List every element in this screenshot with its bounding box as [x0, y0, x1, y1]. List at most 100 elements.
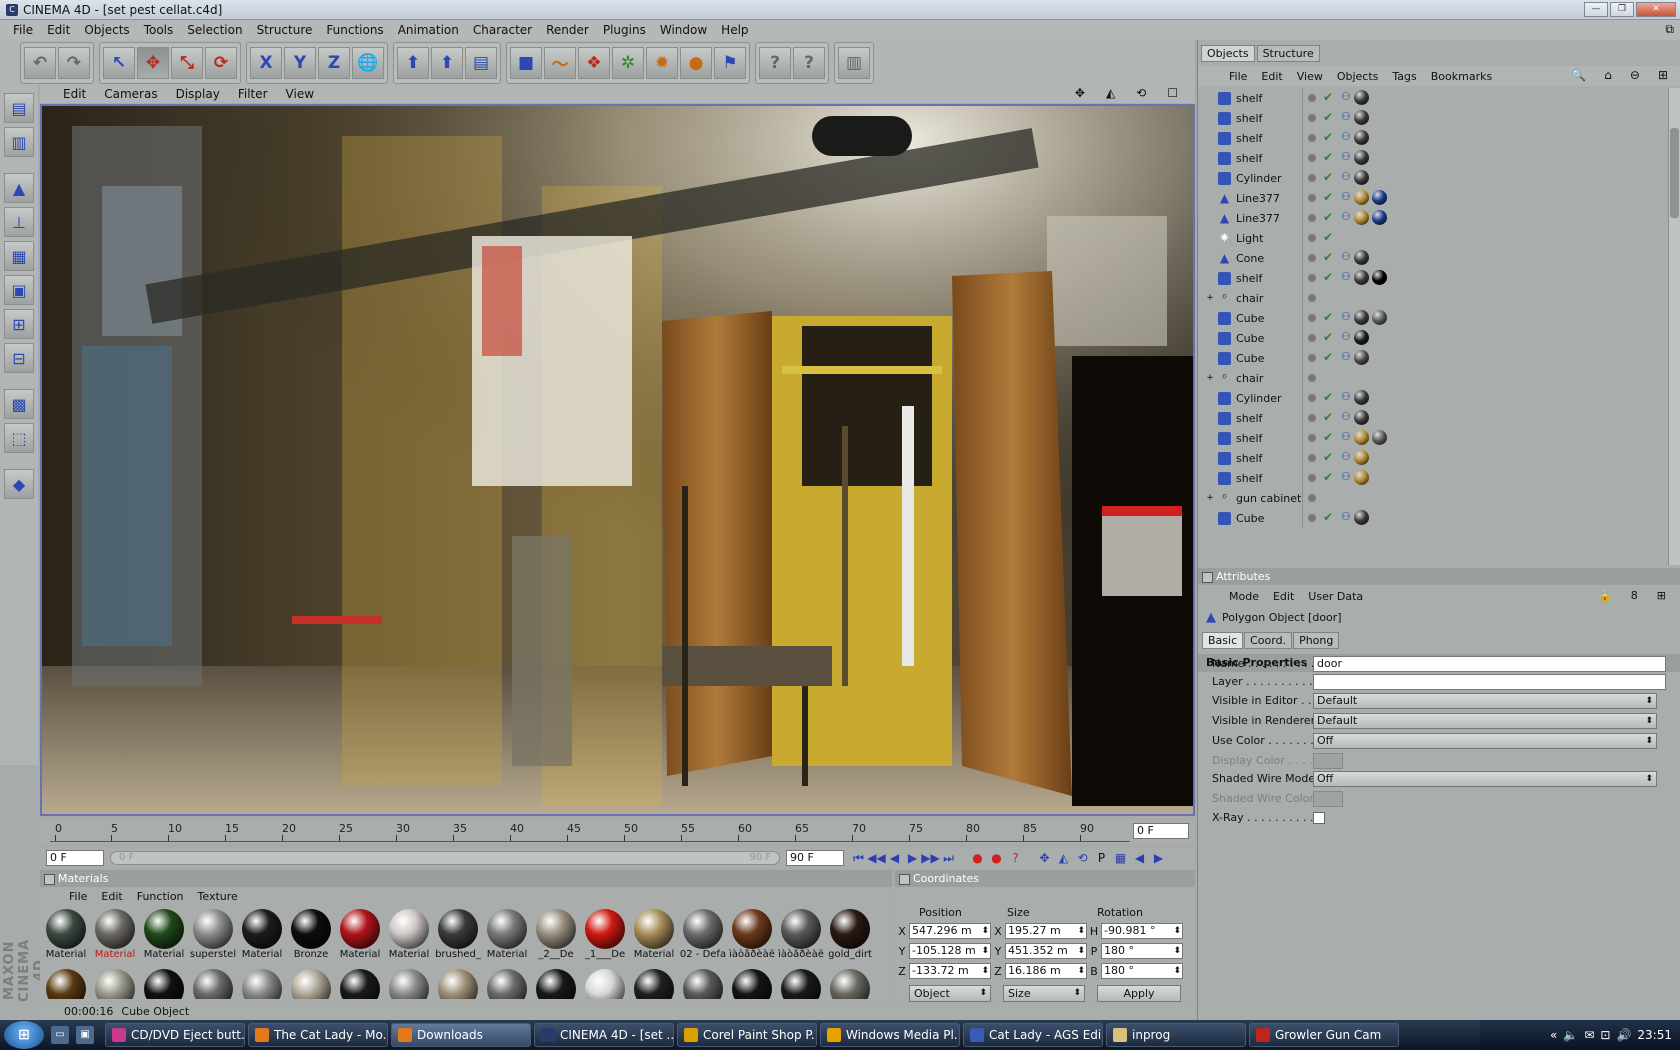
om-menu-edit[interactable]: Edit [1254, 70, 1289, 83]
visibility-dot-icon[interactable] [1308, 434, 1316, 442]
viewport-zoom-icon[interactable]: ◭ [1097, 86, 1124, 100]
object-name[interactable]: shelf [1236, 472, 1318, 485]
attribute-dropdown[interactable]: Default [1313, 692, 1657, 709]
size-mode-select[interactable]: Size [1003, 985, 1085, 1002]
material-swatch[interactable] [581, 969, 629, 999]
visibility-dot-icon[interactable] [1308, 454, 1316, 462]
object-row[interactable]: shelf ✔ ⚇ [1198, 268, 1668, 288]
phong-tag-icon[interactable]: ⚇ [1341, 270, 1351, 285]
expand-toggle-icon[interactable]: + [1205, 493, 1215, 503]
viewport-menu-filter[interactable]: Filter [229, 87, 277, 101]
visibility-dot-icon[interactable] [1308, 314, 1316, 322]
phong-tag-icon[interactable]: ⚇ [1341, 350, 1351, 365]
tray-expand-icon[interactable]: « [1550, 1028, 1557, 1042]
taskbar-button[interactable]: Cat Lady - AGS Edi... [963, 1023, 1103, 1047]
enabled-check-icon[interactable]: ✔ [1323, 170, 1333, 184]
prev-key-icon[interactable]: ◀◀ [867, 850, 885, 866]
enabled-check-icon[interactable]: ✔ [1323, 430, 1333, 444]
menu-objects[interactable]: Objects [77, 23, 136, 37]
visibility-dot-icon[interactable] [1308, 334, 1316, 342]
material-swatch[interactable] [532, 969, 580, 999]
material-tag-icon[interactable] [1353, 90, 1369, 105]
new-attr-window-icon[interactable]: ⊞ [1650, 589, 1673, 602]
phong-tag-icon[interactable]: ⚇ [1341, 330, 1351, 345]
phong-tag-icon[interactable]: ⚇ [1341, 110, 1351, 125]
material-swatch[interactable] [42, 969, 90, 999]
object-row[interactable]: shelf ✔ ⚇ [1198, 448, 1668, 468]
switch-windows-icon[interactable]: ▣ [76, 1026, 94, 1044]
material-tag-icon[interactable] [1353, 170, 1369, 185]
menu-functions[interactable]: Functions [319, 23, 390, 37]
taskbar-button[interactable]: CD/DVD Eject butt... [105, 1023, 245, 1047]
material-tag-icon[interactable] [1353, 430, 1369, 445]
maximize-button[interactable]: ❐ [1610, 2, 1634, 17]
menu-tools[interactable]: Tools [137, 23, 181, 37]
minimize-button[interactable]: — [1584, 2, 1608, 17]
visibility-dot-icon[interactable] [1308, 94, 1316, 102]
search-icon[interactable]: 🔍 [1564, 68, 1593, 82]
enabled-check-icon[interactable]: ✔ [1323, 230, 1333, 244]
phong-tag-icon[interactable]: ⚇ [1341, 130, 1351, 145]
material-tag-icon[interactable] [1371, 190, 1387, 205]
viewport-rotate-icon[interactable]: ⟲ [1127, 86, 1155, 100]
menu-render[interactable]: Render [539, 23, 596, 37]
viewport-menu-display[interactable]: Display [167, 87, 229, 101]
key-scale-icon[interactable]: ◭ [1055, 850, 1072, 866]
collapse-icon[interactable]: ⊖ [1623, 68, 1647, 82]
undo-icon[interactable]: ↶ [24, 46, 56, 79]
object-row[interactable]: shelf ✔ ⚇ [1198, 88, 1668, 108]
key-rotation-icon[interactable]: ⟲ [1074, 850, 1091, 866]
visibility-dot-icon[interactable] [1308, 374, 1316, 382]
viewport-menu-cameras[interactable]: Cameras [95, 87, 166, 101]
key-parameter-icon[interactable]: P [1093, 850, 1110, 866]
object-name[interactable]: chair [1236, 372, 1318, 385]
material-swatch[interactable]: brushed_ [434, 909, 482, 960]
render-picture-viewer-icon[interactable]: ⬆ [431, 46, 463, 79]
material-swatch[interactable] [630, 969, 678, 999]
viewport-menu-edit[interactable]: Edit [54, 87, 95, 101]
goto-end-icon[interactable]: ⏭ [940, 850, 957, 866]
object-name[interactable]: Light [1236, 232, 1318, 245]
attribute-dropdown[interactable]: Off [1313, 732, 1657, 749]
xray-checkbox[interactable] [1313, 811, 1325, 824]
material-tag-icon[interactable] [1353, 450, 1369, 465]
material-tag-icon[interactable] [1371, 310, 1387, 325]
material-tag-icon[interactable] [1353, 410, 1369, 425]
material-swatch[interactable] [728, 969, 776, 999]
enabled-check-icon[interactable]: ✔ [1323, 250, 1333, 264]
visibility-dot-icon[interactable] [1308, 254, 1316, 262]
attr-menu-edit[interactable]: Edit [1266, 590, 1301, 603]
enabled-check-icon[interactable]: ✔ [1323, 330, 1333, 344]
material-swatch[interactable]: superstel [189, 909, 237, 960]
coordinate-mode-select[interactable]: Object [909, 985, 991, 1002]
scroll-right-icon[interactable]: ▶ [1150, 850, 1167, 866]
render-settings-icon[interactable]: ▤ [465, 46, 497, 79]
visibility-dot-icon[interactable] [1308, 214, 1316, 222]
deformer-icon[interactable]: ✲ [612, 46, 644, 79]
enabled-check-icon[interactable]: ✔ [1323, 90, 1333, 104]
help-icon[interactable]: ? [793, 46, 825, 79]
material-swatch[interactable]: gold_dirt [826, 909, 874, 960]
object-name[interactable]: shelf [1236, 412, 1318, 425]
material-swatch[interactable] [385, 969, 433, 999]
rotation-p-field[interactable]: 180 ° [1101, 943, 1183, 959]
expand-toggle-icon[interactable]: + [1205, 373, 1215, 383]
om-menu-file[interactable]: File [1222, 70, 1254, 83]
keyframe-help-icon[interactable]: ? [1007, 850, 1024, 866]
restore-layout-icon[interactable]: ⧉ [1665, 22, 1674, 37]
material-tag-icon[interactable] [1353, 210, 1369, 225]
attribute-text-field[interactable] [1313, 673, 1666, 690]
visibility-dot-icon[interactable] [1308, 514, 1316, 522]
om-menu-tags[interactable]: Tags [1385, 70, 1423, 83]
menu-file[interactable]: File [6, 23, 40, 37]
object-row[interactable]: shelf ✔ ⚇ [1198, 148, 1668, 168]
menu-help[interactable]: Help [714, 23, 755, 37]
tab-objects[interactable]: Objects [1201, 45, 1255, 62]
object-name[interactable]: shelf [1236, 92, 1318, 105]
cube-primitive-icon[interactable]: ■ [510, 46, 542, 79]
object-name[interactable]: Line377 [1236, 212, 1318, 225]
phong-tag-icon[interactable]: ⚇ [1341, 410, 1351, 425]
material-tag-icon[interactable] [1353, 390, 1369, 405]
menu-structure[interactable]: Structure [250, 23, 320, 37]
key-pla-icon[interactable]: ▦ [1112, 850, 1129, 866]
